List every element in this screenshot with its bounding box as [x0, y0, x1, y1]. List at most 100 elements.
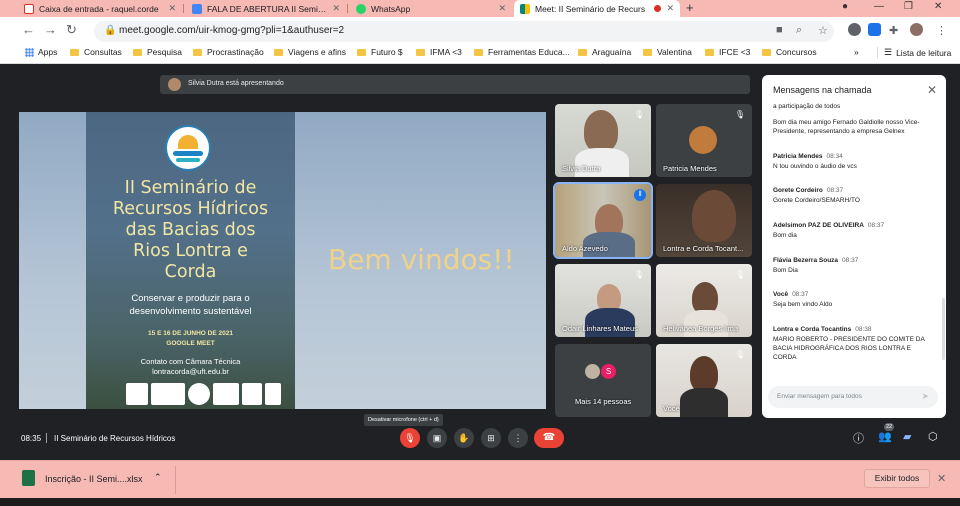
- meeting-time: 08:35: [21, 434, 42, 443]
- folder-icon: [357, 48, 366, 56]
- tab-whatsapp[interactable]: WhatsApp ✕: [350, 0, 512, 17]
- mic-off-icon: 🎙: [404, 433, 416, 443]
- welcome-text: Bem vindos!!: [328, 243, 515, 276]
- chat-panel: Mensagens na chamada ✕ a participação de…: [762, 75, 946, 418]
- url-text[interactable]: meet.google.com/uir-kmog-gmg?pli=1&authu…: [119, 25, 344, 36]
- bookmark-apps[interactable]: Apps: [25, 47, 57, 57]
- reload-icon[interactable]: ↻: [66, 22, 77, 38]
- star-icon[interactable]: ☆: [818, 24, 828, 37]
- sponsor-logo: [126, 383, 148, 405]
- send-icon[interactable]: ➤: [921, 391, 929, 402]
- download-item[interactable]: Inscrição - II Semi....xlsx: [45, 474, 143, 484]
- folder-icon: [70, 48, 79, 56]
- bookmark-item[interactable]: Araguaína: [578, 47, 631, 57]
- present-button[interactable]: ⊞: [481, 428, 501, 448]
- avatar: S: [601, 364, 616, 379]
- zoom-icon[interactable]: ⌕: [796, 24, 802, 37]
- participant-tile[interactable]: 🎙 Odair Linhares Mateus: [555, 264, 651, 337]
- chat-scrollbar[interactable]: [942, 298, 945, 360]
- extension-icon[interactable]: [848, 23, 861, 36]
- extension-icon[interactable]: [868, 23, 881, 36]
- chat-icon[interactable]: ▰: [903, 430, 911, 443]
- close-icon[interactable]: ✕: [937, 472, 946, 485]
- tab-title: FALA DE ABERTURA II Seminário: [207, 3, 328, 14]
- more-participants-tile[interactable]: S Mais 14 pessoas: [555, 344, 651, 417]
- bookmark-item[interactable]: Procrastinação: [193, 47, 264, 57]
- participant-tile[interactable]: ⦀ Aldo Azevedo: [553, 182, 653, 259]
- tab-title: Caixa de entrada - raquel.corde: [39, 3, 159, 14]
- puzzle-icon[interactable]: ✚: [889, 24, 898, 37]
- bookmark-item[interactable]: Valentina: [643, 47, 692, 57]
- bookmark-item[interactable]: IFMA <3: [416, 47, 462, 57]
- tab-gmail[interactable]: Caixa de entrada - raquel.corde ✕: [18, 0, 182, 17]
- mic-off-icon: 🎙: [734, 270, 746, 279]
- recording-icon: [654, 5, 662, 12]
- close-icon[interactable]: ✕: [168, 3, 176, 14]
- tab-meet[interactable]: Meet: II Seminário de Recurs ✕: [514, 0, 680, 17]
- taskbar: [0, 498, 960, 506]
- tab-docs[interactable]: FALA DE ABERTURA II Seminário ✕: [186, 0, 346, 17]
- tab-title: Meet: II Seminário de Recurs: [535, 3, 646, 14]
- folder-icon: [705, 48, 714, 56]
- forward-icon[interactable]: →: [44, 22, 57, 38]
- reading-list-icon: ☰: [884, 47, 893, 57]
- mic-tooltip: Desativar microfone (ctrl + d): [364, 414, 443, 426]
- chat-input[interactable]: Enviar mensagem para todos ➤: [768, 386, 938, 408]
- avatar[interactable]: [910, 23, 923, 36]
- lock-icon[interactable]: 🔒: [104, 25, 116, 36]
- bookmark-item[interactable]: Concursos: [762, 47, 817, 57]
- mic-off-icon: 🎙: [633, 270, 645, 279]
- menu-icon[interactable]: ⋮: [936, 24, 947, 37]
- close-icon[interactable]: ✕: [498, 3, 506, 14]
- whatsapp-icon: [356, 3, 366, 14]
- folder-icon: [578, 48, 587, 56]
- more-icon: ⋮: [513, 433, 523, 443]
- new-tab-button[interactable]: +: [686, 0, 694, 16]
- reading-list[interactable]: ☰ Lista de leitura: [877, 47, 951, 58]
- bookmark-item[interactable]: Futuro $: [357, 47, 403, 57]
- apps-icon: [25, 47, 34, 57]
- bookmark-item[interactable]: Viagens e afins: [274, 47, 346, 57]
- chat-messages[interactable]: a participação de todos Bom dia meu amig…: [773, 101, 939, 371]
- tab-title: WhatsApp: [371, 3, 411, 14]
- back-icon[interactable]: ←: [22, 22, 35, 38]
- participant-tile[interactable]: 🎙 Silvia Dutra: [555, 104, 651, 177]
- self-tile[interactable]: 🎙 Você: [656, 344, 752, 417]
- mic-off-icon: 🎙: [633, 110, 645, 119]
- chat-message: Gorete Cordeiro 08:37 Gorete Cordeiro/SEM…: [773, 187, 860, 204]
- chevron-up-icon[interactable]: ⌃: [154, 472, 162, 483]
- bookmark-item[interactable]: Pesquisa: [133, 47, 182, 57]
- avatar: [168, 78, 181, 91]
- show-all-button[interactable]: Exibir todos: [864, 469, 930, 488]
- info-icon[interactable]: ⓘ: [853, 430, 864, 446]
- participant-tile[interactable]: 🎙 Helivânea Borges lima: [656, 264, 752, 337]
- avatar: [689, 126, 717, 154]
- mic-off-icon: 🎙: [734, 110, 746, 119]
- minimize-icon[interactable]: —: [874, 1, 884, 12]
- chat-message: Você 08:37 Seja bem vindo Aldo: [773, 291, 833, 308]
- gmail-icon: [24, 3, 34, 14]
- close-window-icon[interactable]: ✕: [934, 1, 942, 12]
- participant-tile[interactable]: 🎙 Patricia Mendes: [656, 104, 752, 177]
- bookmark-item[interactable]: Ferramentas Educa...: [474, 47, 570, 57]
- close-icon[interactable]: ✕: [666, 3, 674, 14]
- more-options-button[interactable]: ⋮: [508, 428, 528, 448]
- participant-tile[interactable]: Lontra e Corda Tocant...: [656, 184, 752, 257]
- restore-icon[interactable]: ❐: [904, 1, 913, 12]
- camera-toggle-button[interactable]: ▣: [427, 428, 447, 448]
- bookmark-item[interactable]: IFCE <3: [705, 47, 750, 57]
- camera-icon[interactable]: ■: [776, 24, 783, 36]
- people-icon[interactable]: 👥: [878, 430, 892, 443]
- tab-strip: Caixa de entrada - raquel.corde ✕ FALA D…: [0, 0, 960, 17]
- activities-icon[interactable]: ⬡: [928, 430, 938, 443]
- profile-icon[interactable]: ●: [842, 1, 848, 12]
- bookmark-item[interactable]: Consultas: [70, 47, 122, 57]
- raise-hand-button[interactable]: ✋: [454, 428, 474, 448]
- close-icon[interactable]: ✕: [332, 3, 340, 14]
- divider: [46, 433, 47, 443]
- mic-toggle-button[interactable]: 🎙: [400, 428, 420, 448]
- close-icon[interactable]: ✕: [927, 83, 937, 97]
- more-bookmarks-icon[interactable]: »: [854, 47, 859, 57]
- chat-message: Patricia Mendes 08:34 N tou ouvindo o áud…: [773, 153, 857, 170]
- end-call-button[interactable]: ☎: [534, 428, 564, 448]
